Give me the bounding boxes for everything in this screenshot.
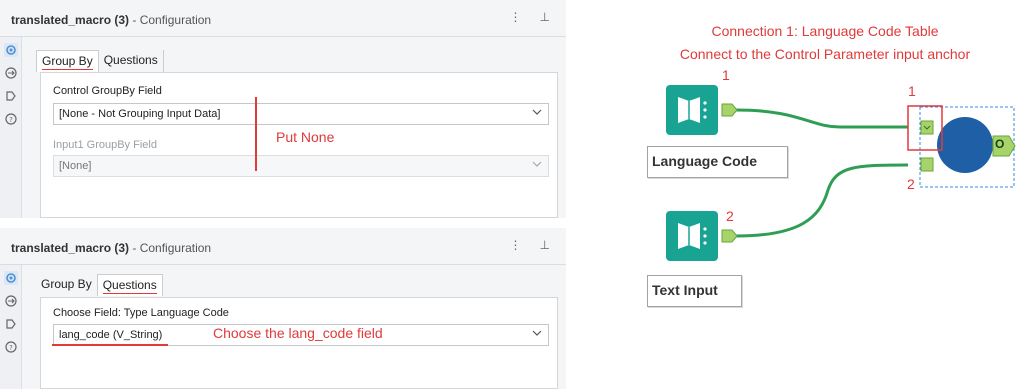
select-value: [None] [59, 160, 92, 172]
tab-strip: Group By Questions [36, 50, 164, 72]
annotation-choose-lang-code: Choose the lang_code field [213, 325, 383, 341]
tag-icon[interactable] [4, 89, 18, 103]
tab-label: Group By [41, 277, 92, 291]
more-icon[interactable]: ⋮ [510, 238, 522, 252]
panel-title-sub: - Configuration [129, 241, 212, 255]
tab-group-by[interactable]: Group By [36, 274, 97, 296]
control-groupby-label: Control GroupBy Field [53, 85, 162, 97]
connection-icon[interactable] [4, 66, 18, 80]
tab-strip: Group By Questions [36, 274, 163, 296]
connection-icon[interactable] [4, 294, 18, 308]
tab-group-by[interactable]: Group By [36, 50, 99, 72]
panel-title: translated_macro (3) - Configuration [11, 13, 211, 27]
macro-anchor2-number: 2 [907, 176, 915, 192]
tab-content: Control GroupBy Field [None - Not Groupi… [40, 72, 558, 218]
choose-field-label: Choose Field: Type Language Code [53, 307, 229, 319]
chevron-down-icon [532, 161, 542, 167]
annotation-line [255, 97, 257, 171]
tab-questions[interactable]: Questions [96, 274, 163, 296]
select-value: [None - Not Grouping Input Data] [59, 108, 221, 120]
tab-label: Questions [102, 278, 157, 294]
chevron-down-icon [532, 109, 542, 115]
tab-label: Group By [42, 54, 93, 70]
tab-questions[interactable]: Questions [99, 50, 164, 72]
panel-title-sub: - Configuration [129, 13, 212, 27]
annotation-underline [52, 344, 168, 346]
input1-groupby-select[interactable]: [None] [53, 155, 549, 177]
help-icon[interactable]: ? [4, 340, 18, 354]
annotation-put-none: Put None [276, 129, 335, 145]
select-value: lang_code (V_String) [59, 329, 163, 341]
tab-label: Questions [103, 53, 158, 67]
workflow-canvas: O 1 2 1 2 Language Code Text Input [600, 0, 1024, 389]
node1-number: 1 [722, 67, 730, 83]
panel-title: translated_macro (3) - Configuration [11, 241, 211, 255]
pin-icon[interactable]: ⊥ [540, 238, 550, 252]
settings-icon[interactable] [4, 43, 18, 57]
connection-1 [735, 108, 908, 129]
tab-content: Choose Field: Type Language Code lang_co… [40, 297, 558, 389]
pin-icon[interactable]: ⊥ [540, 10, 550, 24]
more-icon[interactable]: ⋮ [510, 10, 522, 24]
node2-number: 2 [726, 208, 734, 224]
side-rail: ? [0, 265, 22, 389]
side-rail: ? [0, 37, 22, 218]
config-panel-bottom: translated_macro (3) - Configuration ⋮ ⊥ … [0, 228, 566, 389]
panel-title-bold: translated_macro (3) [11, 13, 130, 27]
macro-anchor1-number: 1 [908, 83, 916, 99]
tag-icon[interactable] [4, 317, 18, 331]
control-groupby-select[interactable]: [None - Not Grouping Input Data] [53, 103, 549, 125]
help-icon[interactable]: ? [4, 112, 18, 126]
output-anchor-label: O [995, 137, 1005, 151]
chevron-down-icon [532, 330, 542, 336]
language-code-tool[interactable] [666, 85, 738, 135]
header-divider [0, 36, 566, 37]
settings-icon[interactable] [4, 271, 18, 285]
header-divider [0, 264, 566, 265]
node-label-text-input: Text Input [647, 275, 742, 307]
node-label-language-code: Language Code [647, 146, 788, 178]
input1-groupby-label: Input1 GroupBy Field [53, 139, 157, 151]
config-panel-top: translated_macro (3) - Configuration ⋮ ⊥ … [0, 0, 566, 218]
svg-text:?: ? [9, 116, 13, 124]
svg-text:?: ? [9, 344, 13, 352]
panel-title-bold: translated_macro (3) [11, 241, 130, 255]
